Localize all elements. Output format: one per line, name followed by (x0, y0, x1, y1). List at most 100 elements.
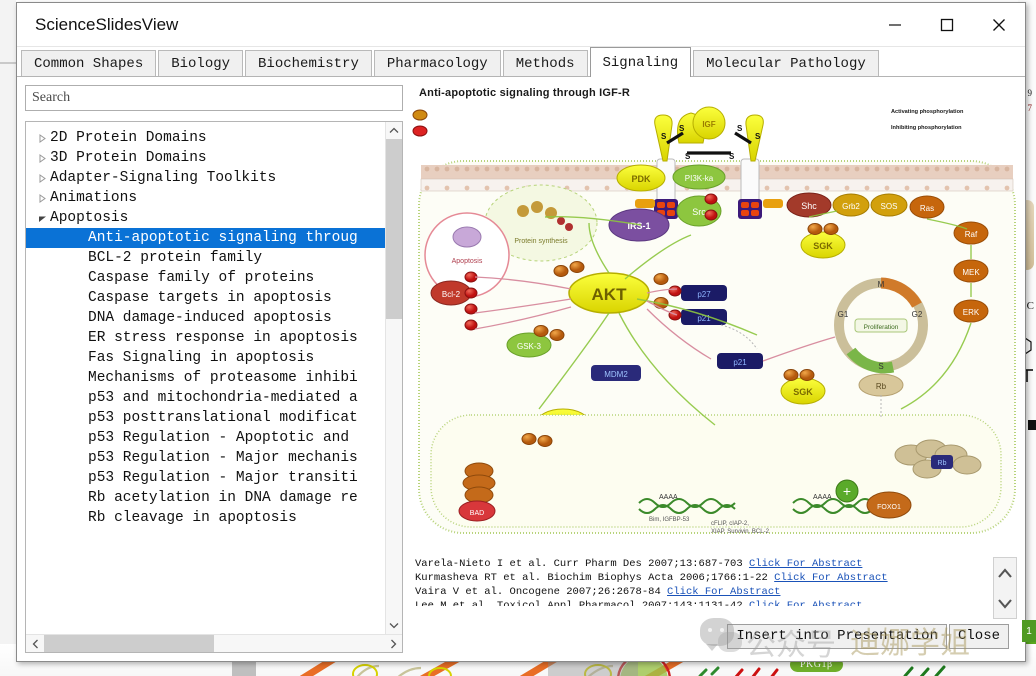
tree-leaf-rb-acetylation[interactable]: Rb acetylation in DNA damage re (26, 488, 385, 508)
slide-preview[interactable]: IGF SS SS SS Src PDK PI3K-ka IRS-1 Shc G… (411, 103, 1017, 555)
citation-text: Kurmasheva RT et al. Biochim Biophys Act… (415, 572, 775, 584)
tab-biochemistry[interactable]: Biochemistry (245, 50, 372, 76)
citation-text: Lee M et al. Toxicol Appl Pharmacol 2007… (415, 600, 749, 606)
citation-abstract-link[interactable]: Click For Abstract (667, 586, 780, 598)
svg-text:S: S (685, 152, 691, 161)
tree-leaf-bcl2-protein-family[interactable]: BCL-2 protein family (26, 248, 385, 268)
chevron-down-icon[interactable] (34, 214, 50, 223)
diagram-legend (412, 109, 428, 137)
svg-text:GSK-3: GSK-3 (517, 342, 542, 351)
close-icon (993, 18, 1005, 31)
hscroll-track[interactable] (44, 635, 384, 652)
tree-node-adapter-signaling-toolkits[interactable]: Adapter-Signaling Toolkits (26, 168, 385, 188)
svg-text:S: S (737, 124, 743, 133)
close-button[interactable] (973, 3, 1025, 46)
chevron-right-icon[interactable] (34, 173, 50, 183)
chevron-left-icon (32, 639, 38, 648)
tree-leaf-proteasome-inhibition[interactable]: Mechanisms of proteasome inhibi (26, 368, 385, 388)
minimize-button[interactable] (869, 3, 921, 46)
window-title: ScienceSlidesView (35, 14, 179, 34)
tab-common-shapes[interactable]: Common Shapes (21, 50, 157, 76)
search-input[interactable] (25, 85, 403, 111)
background-number-2: 7 (1027, 103, 1033, 113)
svg-text:AKT: AKT (592, 285, 628, 304)
citation-abstract-link[interactable]: Click For Abstract (774, 572, 887, 584)
svg-text:G2: G2 (912, 310, 923, 319)
tree-node-animations[interactable]: Animations (26, 188, 385, 208)
svg-text:Src: Src (692, 207, 706, 217)
scroll-right-button[interactable] (384, 635, 402, 652)
tree-leaf-er-stress-response[interactable]: ER stress response in apoptosis (26, 328, 385, 348)
insert-into-presentation-button[interactable]: Insert into Presentation (727, 623, 947, 649)
svg-text:Ras: Ras (920, 204, 934, 213)
scroll-track[interactable] (386, 139, 402, 617)
tab-molecular-pathology[interactable]: Molecular Pathology (693, 50, 879, 76)
tree-leaf-fas-signaling[interactable]: Fas Signaling in apoptosis (26, 348, 385, 368)
svg-text:Rb: Rb (876, 382, 887, 391)
svg-text:S: S (755, 132, 761, 141)
slide-title: Anti-apoptotic signaling through IGF-R (419, 87, 631, 99)
tree-leaf-caspase-targets[interactable]: Caspase targets in apoptosis (26, 288, 385, 308)
svg-text:Raf: Raf (965, 230, 978, 239)
svg-text:S: S (878, 362, 883, 371)
scroll-thumb[interactable] (386, 139, 402, 319)
background-number-1: 9 (1027, 88, 1033, 98)
tree-node-apoptosis[interactable]: Apoptosis (26, 208, 385, 228)
tree-node-2d-protein-domains[interactable]: 2D Protein Domains (26, 128, 385, 148)
scroll-up-button[interactable] (386, 122, 402, 139)
tree-leaf-p53-posttranslational[interactable]: p53 posttranslational modificat (26, 408, 385, 428)
tab-pharmacology[interactable]: Pharmacology (373, 50, 501, 76)
chevron-up-icon (389, 127, 399, 133)
tree-leaf-anti-apoptotic-igfr[interactable]: Anti-apoptotic signaling throug (26, 228, 385, 248)
hscroll-thumb[interactable] (44, 635, 214, 652)
citation-scroll-down-button[interactable] (997, 597, 1013, 610)
svg-text:Rb: Rb (938, 460, 947, 467)
legend-inhibiting-label: Inhibiting phosphorylation (891, 125, 962, 131)
tree-leaf-p53-regulation-transitions[interactable]: p53 Regulation - Major transiti (26, 468, 385, 488)
citation-list: Varela-Nieto I et al. Curr Pharm Des 200… (411, 557, 993, 619)
tree-leaf-p53-regulation-apoptotic[interactable]: p53 Regulation - Apoptotic and (26, 428, 385, 448)
svg-text:MEK: MEK (962, 268, 980, 277)
citation-line: Vaira V et al. Oncogene 2007;26:2678-84 … (415, 585, 993, 599)
tree-horizontal-scrollbar[interactable] (26, 634, 402, 652)
tab-biology[interactable]: Biology (158, 50, 244, 76)
tab-signaling[interactable]: Signaling (589, 47, 692, 77)
tab-methods[interactable]: Methods (502, 50, 588, 76)
tree-leaf-rb-cleavage[interactable]: Rb cleavage in apoptosis (26, 508, 385, 528)
title-bar: ScienceSlidesView (17, 3, 1025, 47)
tree-node-label: 2D Protein Domains (50, 130, 207, 146)
close-dialog-button[interactable]: Close (948, 623, 1009, 649)
chevron-right-icon[interactable] (34, 153, 50, 163)
scroll-left-button[interactable] (26, 635, 44, 652)
citation-scroll-controls[interactable] (993, 557, 1017, 619)
svg-text:G1: G1 (838, 310, 849, 319)
tree-leaf-p53-mitochondria[interactable]: p53 and mitochondria-mediated a (26, 388, 385, 408)
right-pane: Anti-apoptotic signaling through IGF-R I… (411, 85, 1017, 653)
tree-leaf-p53-regulation-mechanisms[interactable]: p53 Regulation - Major mechanis (26, 448, 385, 468)
tree-vertical-scrollbar[interactable] (385, 122, 402, 634)
tree-node-3d-protein-domains[interactable]: 3D Protein Domains (26, 148, 385, 168)
tree-leaf-caspase-family[interactable]: Caspase family of proteins (26, 268, 385, 288)
svg-text:XIAP, Survivin, BCL-2: XIAP, Survivin, BCL-2 (711, 529, 770, 535)
svg-text:+: + (843, 483, 851, 499)
svg-text:Shc: Shc (801, 201, 817, 211)
dialog-button-bar: Insert into Presentation Close (411, 619, 1017, 653)
chevron-down-icon (389, 623, 399, 629)
chevron-right-icon[interactable] (34, 193, 50, 203)
scroll-down-button[interactable] (386, 617, 402, 634)
citation-scroll-up-button[interactable] (997, 567, 1013, 580)
svg-text:S: S (679, 124, 685, 133)
svg-text:IRS-1: IRS-1 (627, 221, 650, 231)
svg-text:Proliferation: Proliferation (864, 324, 899, 331)
tree-leaf-dna-damage-apoptosis[interactable]: DNA damage-induced apoptosis (26, 308, 385, 328)
chevron-right-icon[interactable] (34, 133, 50, 143)
svg-text:M: M (878, 280, 885, 289)
category-tree-panel: 2D Protein Domains 3D Protein Domains Ad… (25, 121, 403, 653)
svg-text:Grb2: Grb2 (842, 202, 860, 211)
svg-text:BAD: BAD (470, 510, 484, 517)
svg-text:SGK: SGK (793, 387, 813, 397)
citation-abstract-link[interactable]: Click For Abstract (749, 558, 862, 570)
background-divider-rule (0, 62, 16, 64)
maximize-button[interactable] (921, 3, 973, 46)
citation-abstract-link[interactable]: Click For Abstract (749, 600, 862, 606)
